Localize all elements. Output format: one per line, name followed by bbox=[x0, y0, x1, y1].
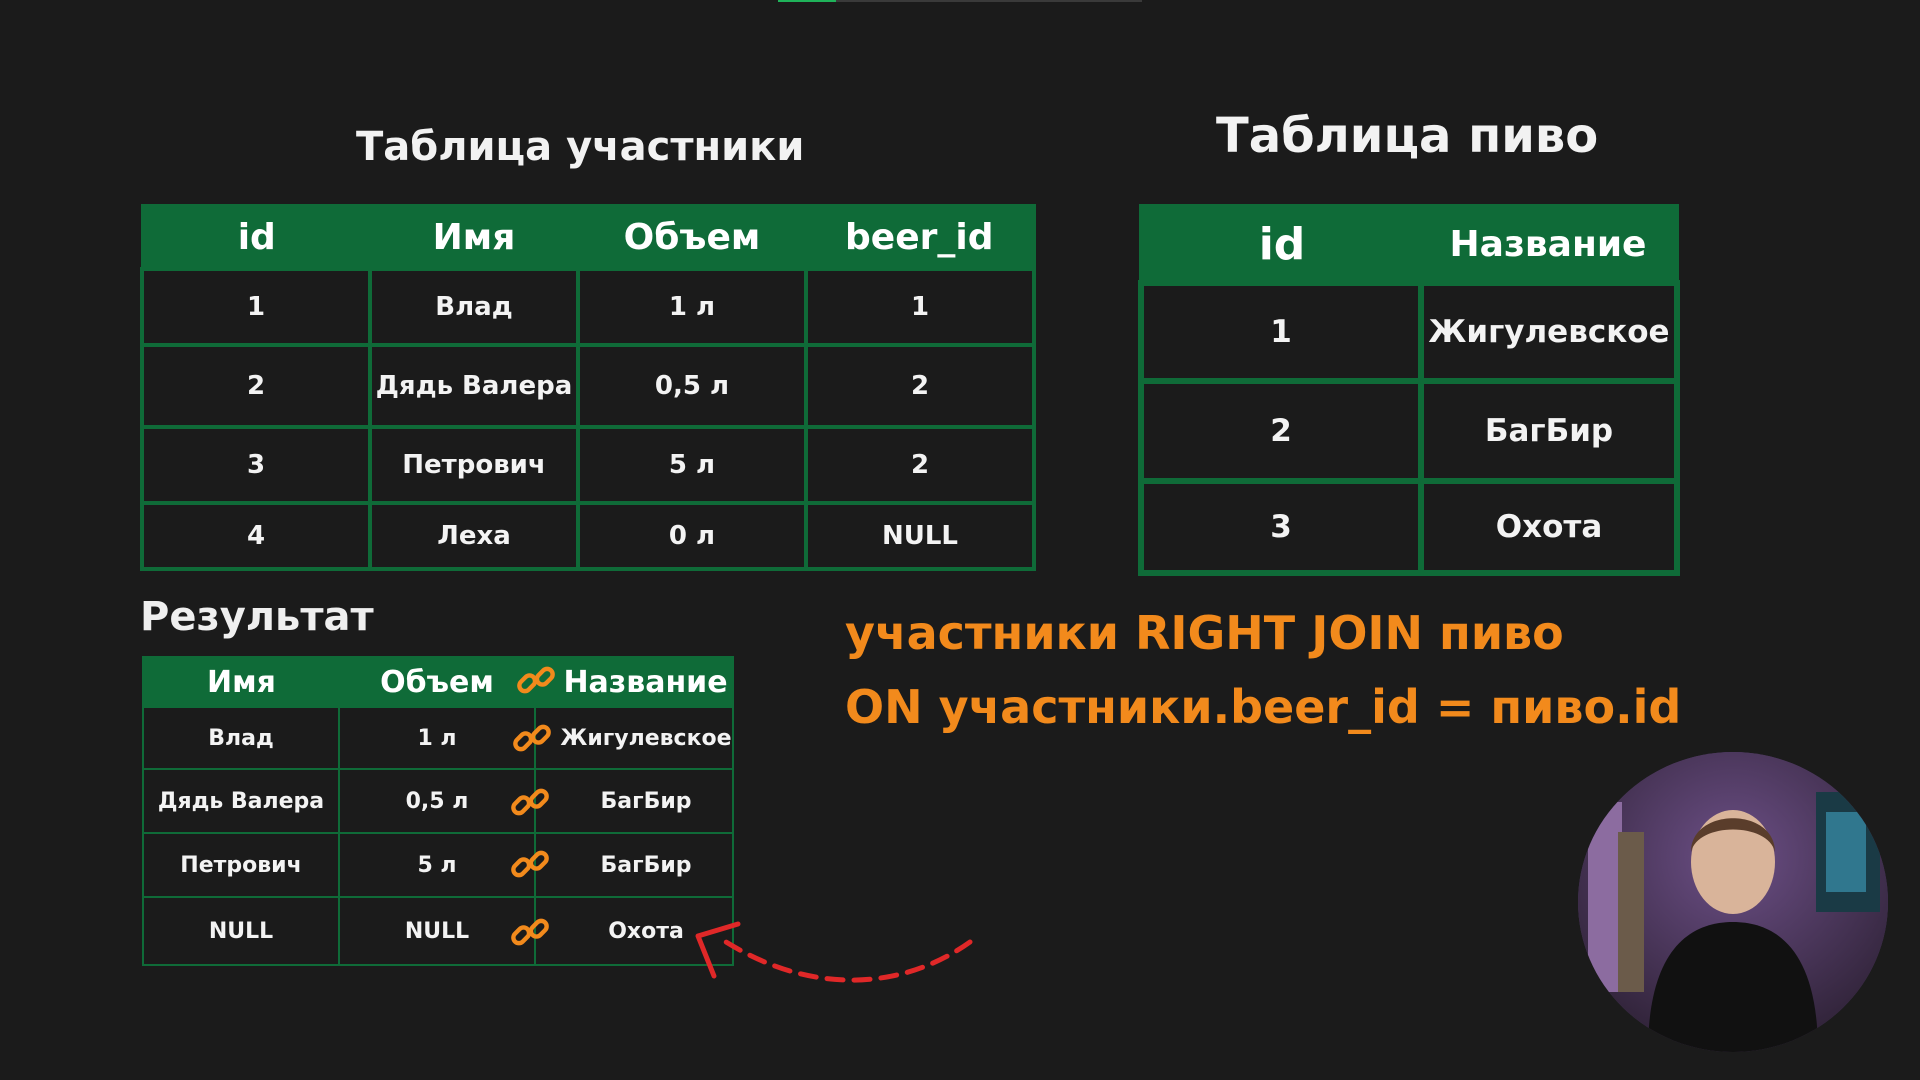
link-icon bbox=[508, 780, 552, 824]
link-icon bbox=[514, 658, 558, 702]
result-table: Имя Объем Название Влад 1 л Жигулевское … bbox=[142, 656, 734, 966]
table-row: 2 БагБир bbox=[1138, 378, 1680, 484]
video-progress-fill bbox=[778, 0, 837, 2]
beer-table-title: Таблица пиво bbox=[1216, 108, 1599, 164]
table-row: Петрович 5 л БагБир bbox=[142, 832, 734, 898]
cell-volume: 5 л bbox=[338, 832, 536, 898]
header-id: id bbox=[142, 205, 370, 269]
table-row: 4 Леха 0 л NULL bbox=[140, 501, 1036, 571]
cell-name: Дядь Валера bbox=[142, 768, 340, 834]
cell-title: БагБир bbox=[1418, 378, 1680, 484]
link-icon bbox=[508, 842, 552, 886]
cell-title: БагБир bbox=[534, 768, 734, 834]
header-id: id bbox=[1141, 206, 1421, 283]
header-name: Имя bbox=[143, 657, 339, 707]
beer-table: id Название 1 Жигулевское 2 БагБир 3 Охо… bbox=[1138, 204, 1680, 576]
cell-volume: 0 л bbox=[576, 501, 808, 571]
table-row: 3 Петрович 5 л 2 bbox=[140, 425, 1036, 505]
sql-query-line-1: участники RIGHT JOIN пиво bbox=[845, 606, 1564, 660]
cell-name: Влад bbox=[142, 706, 340, 770]
cell-volume: 0,5 л bbox=[576, 343, 808, 429]
table-row: 2 Дядь Валера 0,5 л 2 bbox=[140, 343, 1036, 429]
link-icon bbox=[510, 716, 554, 760]
result-title: Результат bbox=[140, 594, 374, 640]
cell-volume: 0,5 л bbox=[338, 768, 536, 834]
header-beer-id: beer_id bbox=[806, 205, 1034, 269]
participants-table-title: Таблица участники bbox=[356, 124, 805, 170]
cell-id: 4 bbox=[140, 501, 372, 571]
link-icon bbox=[508, 910, 552, 954]
cell-volume: 1 л bbox=[576, 267, 808, 347]
table-header-row: id Имя Объем beer_id bbox=[142, 205, 1034, 269]
presenter-webcam bbox=[1578, 752, 1888, 1052]
table-row: Влад 1 л Жигулевское bbox=[142, 706, 734, 770]
table-row: NULL NULL Охота bbox=[142, 896, 734, 966]
cell-id: 3 bbox=[140, 425, 372, 505]
table-row: Дядь Валера 0,5 л БагБир bbox=[142, 768, 734, 834]
cell-volume: NULL bbox=[338, 896, 536, 966]
sql-query-line-2: ON участники.beer_id = пиво.id bbox=[845, 680, 1682, 734]
video-progress-bar[interactable] bbox=[778, 0, 1142, 2]
dashed-arrow-icon bbox=[695, 921, 973, 983]
cell-title: Жигулевское bbox=[534, 706, 734, 770]
table-row: 1 Влад 1 л 1 bbox=[140, 267, 1036, 347]
header-volume: Объем bbox=[339, 657, 535, 707]
cell-id: 2 bbox=[1138, 378, 1424, 484]
table-row: 3 Охота bbox=[1138, 478, 1680, 576]
cell-title: БагБир bbox=[534, 832, 734, 898]
header-title: Название bbox=[535, 657, 733, 707]
header-volume: Объем bbox=[578, 205, 806, 269]
cell-volume: 5 л bbox=[576, 425, 808, 505]
cell-name: Леха bbox=[368, 501, 580, 571]
participants-table: id Имя Объем beer_id 1 Влад 1 л 1 2 Дядь… bbox=[140, 204, 1036, 571]
cell-name: Петрович bbox=[368, 425, 580, 505]
cell-name: Петрович bbox=[142, 832, 340, 898]
cell-beer-id: NULL bbox=[804, 501, 1036, 571]
cell-volume: 1 л bbox=[338, 706, 536, 770]
cell-title: Жигулевское bbox=[1418, 280, 1680, 384]
header-title: Название bbox=[1421, 206, 1677, 283]
cell-id: 3 bbox=[1138, 478, 1424, 576]
cell-name: Влад bbox=[368, 267, 580, 347]
cell-id: 2 bbox=[140, 343, 372, 429]
cell-beer-id: 2 bbox=[804, 425, 1036, 505]
table-header-row: Имя Объем Название bbox=[143, 657, 733, 707]
header-name: Имя bbox=[370, 205, 578, 269]
cell-name: Дядь Валера bbox=[368, 343, 580, 429]
cell-name: NULL bbox=[142, 896, 340, 966]
table-row: 1 Жигулевское bbox=[1138, 280, 1680, 384]
cell-id: 1 bbox=[1138, 280, 1424, 384]
cell-beer-id: 1 bbox=[804, 267, 1036, 347]
cell-id: 1 bbox=[140, 267, 372, 347]
table-header-row: id Название bbox=[1141, 206, 1677, 283]
cell-title: Охота bbox=[1418, 478, 1680, 576]
cell-beer-id: 2 bbox=[804, 343, 1036, 429]
